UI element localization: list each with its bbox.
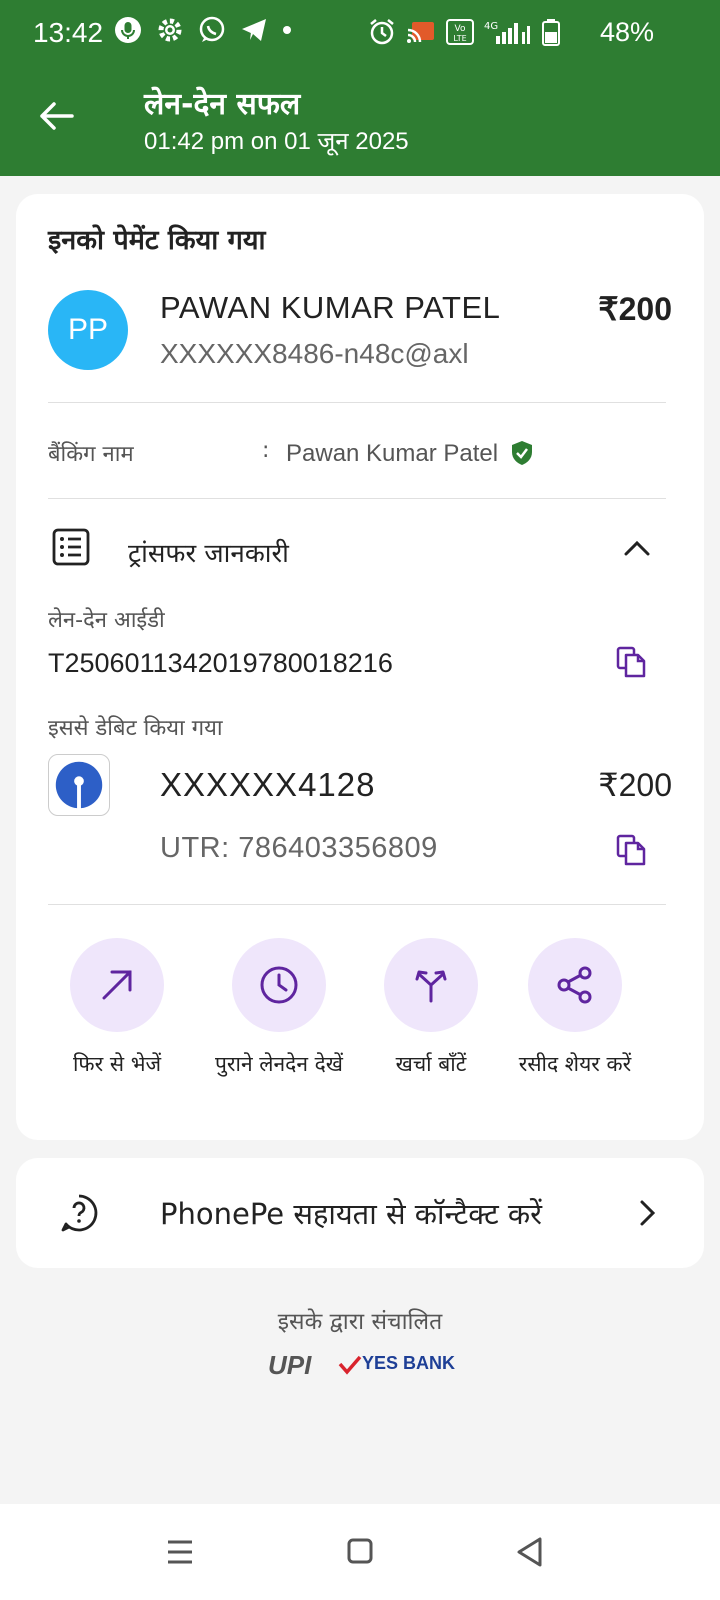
debit-amount: ₹200 <box>598 767 672 803</box>
action-label: रसीद शेयर करें <box>518 1052 632 1076</box>
transaction-id-label: लेन-देन आईडी <box>48 608 165 633</box>
split-icon <box>415 970 447 1003</box>
svg-text:4G: 4G <box>484 21 498 32</box>
telegram-icon <box>242 19 266 41</box>
copy-icon[interactable] <box>616 646 646 678</box>
cast-icon <box>407 22 434 43</box>
chevron-up-icon[interactable] <box>622 536 652 560</box>
banking-name-label: बैंकिंग नाम <box>48 442 134 467</box>
payee-name: PAWAN KUMAR PATEL <box>160 290 501 325</box>
divider <box>48 402 666 403</box>
contact-support-label: PhonePe सहायता से कॉन्टैक्ट करें <box>160 1197 543 1231</box>
payee-upi-id: XXXXXX8486-n48c@axl <box>160 338 469 369</box>
action-circle <box>528 938 622 1032</box>
action-label: खर्चा बाँटें <box>395 1052 467 1076</box>
svg-text:Vo: Vo <box>455 24 466 34</box>
signal-icon: 4G <box>484 21 530 44</box>
split-expense-button[interactable]: खर्चा बाँटें <box>356 938 506 1078</box>
battery-icon <box>542 19 560 46</box>
arrow-up-right-icon <box>102 970 132 1000</box>
dot-icon <box>283 26 291 34</box>
page-title: लेन-देन सफल <box>144 87 301 122</box>
status-bar: 13:42 Vo LTE 4G 48% <box>0 0 720 66</box>
svg-text:LTE: LTE <box>453 34 466 43</box>
status-time: 13:42 <box>33 17 104 48</box>
transfer-details-title[interactable]: ट्रांसफर जानकारी <box>128 534 289 570</box>
powered-by-text: इसके द्वारा संचालित <box>277 1309 443 1335</box>
paid-to-heading: इनको पेमेंट किया गया <box>48 225 266 256</box>
chevron-right-icon <box>640 1200 656 1226</box>
system-icons: Vo LTE 4G <box>368 18 560 46</box>
back-arrow-icon[interactable] <box>36 96 76 136</box>
copy-icon[interactable] <box>616 834 646 866</box>
volte-icon: VoLTE <box>446 19 474 45</box>
battery-percent: 48% <box>599 17 654 47</box>
payee-amount: ₹200 <box>598 291 672 327</box>
utr-number: UTR: 786403356809 <box>160 832 438 864</box>
sbi-bank-logo <box>48 754 110 816</box>
action-label: फिर से भेजें <box>72 1052 162 1076</box>
view-history-button[interactable]: पुराने लेनदेन देखें <box>204 938 354 1078</box>
menu-icon[interactable] <box>160 1534 200 1570</box>
podcast-icon <box>115 17 141 43</box>
banking-name-colon: : <box>262 438 270 463</box>
settings-icon <box>158 18 182 42</box>
upi-logo: UPI <box>268 1350 312 1380</box>
yes-bank-logo: YES BANK <box>362 1353 456 1373</box>
partner-logos: UPI YES BANK <box>268 1350 458 1380</box>
clock-icon <box>260 966 298 1004</box>
repeat-payment-button[interactable]: फिर से भेजें <box>42 938 192 1078</box>
transaction-id: T2506011342019780018216 <box>48 648 393 678</box>
back-triangle-icon[interactable] <box>510 1534 550 1570</box>
action-circle <box>70 938 164 1032</box>
transaction-card: इनको पेमेंट किया गया PP PAWAN KUMAR PATE… <box>16 194 704 1140</box>
debit-account-number: XXXXXX4128 <box>160 766 376 803</box>
action-circle <box>384 938 478 1032</box>
verified-shield-icon <box>512 441 532 465</box>
contact-support-row[interactable]: PhonePe सहायता से कॉन्टैक्ट करें <box>16 1158 704 1268</box>
yes-bank-tick-icon <box>338 1355 362 1375</box>
debited-from-label: इससे डेबिट किया गया <box>48 716 223 741</box>
share-receipt-button[interactable]: रसीद शेयर करें <box>500 938 650 1078</box>
divider <box>48 904 666 905</box>
receipt-list-icon <box>52 528 90 566</box>
notification-icons <box>114 16 292 44</box>
transaction-datetime: 01:42 pm on 01 जून 2025 <box>144 128 409 155</box>
avatar: PP <box>48 290 128 370</box>
action-circle <box>232 938 326 1032</box>
help-question-icon <box>61 1194 98 1232</box>
share-icon <box>557 966 592 1004</box>
alarm-icon <box>370 19 394 45</box>
app-header: लेन-देन सफल 01:42 pm on 01 जून 2025 <box>0 66 720 176</box>
home-square-icon[interactable] <box>340 1534 380 1570</box>
whatsapp-icon <box>199 16 225 42</box>
banking-name-value: Pawan Kumar Patel <box>286 440 499 467</box>
system-nav-bar <box>0 1504 720 1600</box>
divider <box>48 498 666 499</box>
action-label: पुराने लेनदेन देखें <box>215 1052 343 1076</box>
